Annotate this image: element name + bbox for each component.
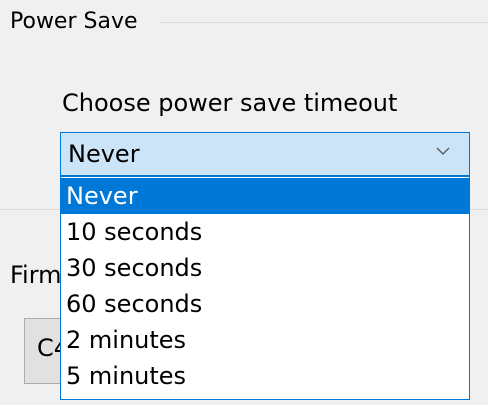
- timeout-label: Choose power save timeout: [62, 89, 398, 117]
- timeout-combobox[interactable]: Never: [60, 132, 470, 176]
- combobox-selected-value: Never: [68, 140, 140, 168]
- firmware-label: Firm: [10, 261, 62, 289]
- timeout-dropdown-list[interactable]: Never 10 seconds 30 seconds 60 seconds 2…: [60, 176, 470, 400]
- dropdown-option[interactable]: 10 seconds: [61, 214, 469, 250]
- dropdown-option[interactable]: 2 minutes: [61, 322, 469, 358]
- group-border-line: [160, 22, 488, 23]
- dropdown-option[interactable]: 60 seconds: [61, 286, 469, 322]
- dropdown-option[interactable]: 30 seconds: [61, 250, 469, 286]
- chevron-down-icon[interactable]: [435, 143, 451, 159]
- group-title: Power Save: [10, 6, 142, 38]
- dropdown-option[interactable]: Never: [61, 178, 469, 214]
- dropdown-option[interactable]: 5 minutes: [61, 358, 469, 394]
